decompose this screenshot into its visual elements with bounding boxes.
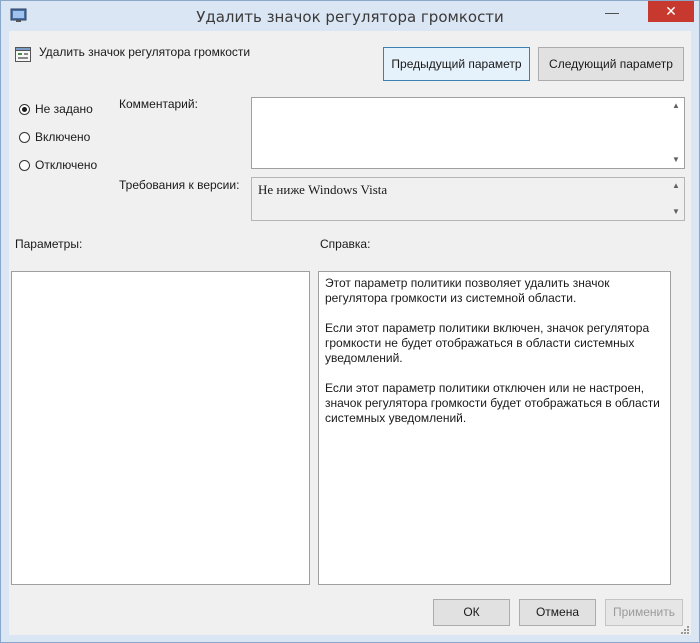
next-setting-label: Следующий параметр [549,57,673,71]
dialog-window: Удалить значок регулятора громкости — ✕ … [0,0,700,643]
options-label: Параметры: [15,237,83,251]
requirements-label: Требования к версии: [119,178,240,192]
resize-grip-icon[interactable] [681,626,689,634]
radio-disabled-label: Отключено [35,158,98,172]
radio-disabled[interactable]: Отключено [19,158,97,172]
ok-label: ОК [463,605,480,619]
help-paragraph: Если этот параметр политики включен, зна… [325,321,650,365]
scroll-up-icon[interactable]: ▲ [671,182,681,190]
requirements-value: Не ниже Windows Vista [258,182,388,197]
help-paragraph: Если этот параметр политики отключен или… [325,381,660,425]
policy-setting-icon [15,47,31,62]
help-label: Справка: [320,237,371,251]
comment-textarea[interactable]: ▲ ▼ [251,97,685,169]
previous-setting-label: Предыдущий параметр [391,57,522,71]
apply-label: Применить [612,605,675,619]
scroll-down-icon[interactable]: ▼ [671,208,681,216]
radio-selected-indicator [19,103,30,115]
window-title: Удалить значок регулятора громкости [196,8,504,26]
dialog-content: Удалить значок регулятора громкости Пред… [9,31,691,635]
help-paragraph: Этот параметр политики позволяет удалить… [325,276,610,305]
radio-indicator [19,131,30,143]
scroll-down-icon[interactable]: ▼ [671,156,681,164]
ok-button[interactable]: ОК [433,599,510,626]
help-panel[interactable]: Этот параметр политики позволяет удалить… [318,271,671,585]
next-setting-button[interactable]: Следующий параметр [538,47,684,81]
radio-not-configured[interactable]: Не задано [19,102,93,116]
cancel-label: Отмена [535,605,580,619]
radio-enabled-label: Включено [35,130,91,144]
scroll-up-icon[interactable]: ▲ [671,102,681,110]
minimize-button[interactable]: — [599,5,625,23]
title-bar[interactable]: Удалить значок регулятора громкости — ✕ [1,1,699,31]
close-button[interactable]: ✕ [648,1,694,22]
policy-name: Удалить значок регулятора громкости [39,45,251,59]
requirements-field: Не ниже Windows Vista ▲ ▼ [251,177,685,221]
comment-label: Комментарий: [119,97,198,111]
options-panel[interactable] [11,271,310,585]
cancel-button[interactable]: Отмена [519,599,596,626]
previous-setting-button[interactable]: Предыдущий параметр [383,47,530,81]
radio-not-configured-label: Не задано [35,102,93,116]
apply-button: Применить [605,599,683,626]
radio-indicator [19,159,30,171]
radio-enabled[interactable]: Включено [19,130,90,144]
help-text: Этот параметр политики позволяет удалить… [325,276,665,441]
